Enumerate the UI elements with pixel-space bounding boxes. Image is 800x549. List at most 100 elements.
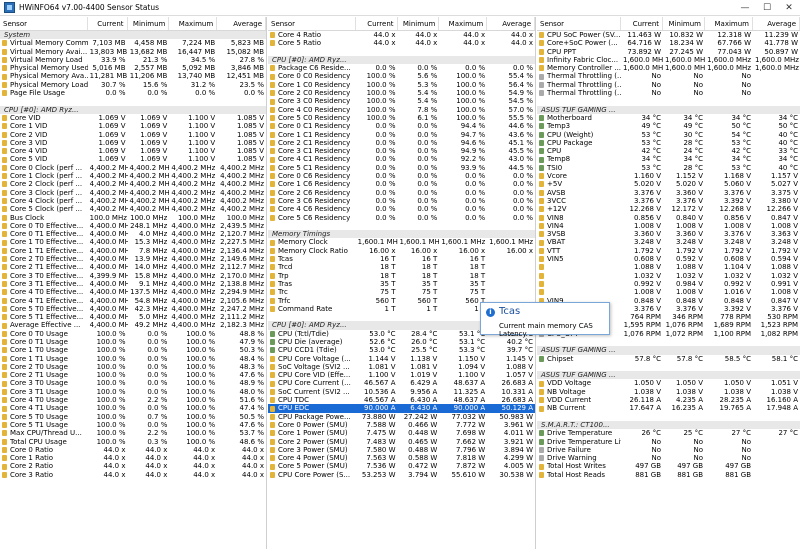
sensor-row[interactable]: Core 0 C1 Residency 0.0 % 0.0 % 94.4 % 44.6 … [268,122,535,130]
column-header-sensor[interactable]: Sensor [0,17,88,30]
minimize-button[interactable]: — [734,0,756,16]
sensor-row[interactable]: Core 2 T0 Effective...4,400.0 MHz13.9 MH… [0,255,266,263]
sensor-group-header[interactable]: CPU [#0]: AMD Ryz... [268,55,535,65]
sensor-row[interactable]: Core 0 T1 Usage 100.0 % 0.0 % 100.0 % 47.9 % [0,338,266,346]
sensor-row[interactable]: Core 0 T0 Effective... 4,400.0 MHz248.1 M… [0,222,266,230]
sensor-row[interactable]: Core 1 T0 Usage 100.0 % 0.0 % 100.0 % 50.3 % [0,346,266,354]
sensor-row[interactable]: Physical Memory Ava... 11,281 MB 11,206 MB… [0,72,266,80]
sensor-row[interactable]: Trp 18 T 18 T 18 T [268,272,535,280]
sensor-row[interactable]: NB Current 17.647 A 16.235 A 19.765 A 17.948… [537,404,800,412]
sensor-row[interactable]: Core 5 C1 Residency 0.0 % 0.0 % 93.9 % 44.5 … [268,164,535,172]
sensor-panel-left[interactable]: Sensor Current Minimum Maximum Average System… [0,17,267,549]
sensor-row[interactable]: VDD Voltage 1.050 V 1.050 V 1.050 V 1.051 V [537,379,800,387]
sensor-group-header[interactable]: ASUS TUF GAMING ... [537,371,800,380]
sensor-row[interactable]: Core 5 C6 Residency 0.0 % 0.0 % 0.0 % 0.0 % [268,214,535,222]
sensor-row[interactable]: Thermal Throttling (... No No No [537,81,800,89]
sensor-row[interactable]: Average Effective ...4,400.0 MHz49.2 MHz… [0,321,266,329]
column-header-average[interactable]: Average [753,17,800,30]
sensor-row[interactable]: CPU CCD1 (Tdie) 53.0 °C 25.5 °C 53.3 °C 39.7… [268,346,535,354]
sensor-row[interactable]: Max CPU/Thread U... 100.0 % 2.2 % 100.0 % 53… [0,429,266,437]
sensor-row[interactable]: Core 5 Clock (perf ...4,400.2 MHz4,400.2… [0,205,266,213]
sensor-row[interactable]: Core 3 Ratio 44.0 x 44.0 x 44.0 x 44.0 x [0,471,266,479]
sensor-row[interactable]: +12V 12.268 V 12.172 V 12.268 V 12.266 V [537,205,800,213]
sensor-row[interactable]: Core 2 Clock (perf ...4,400.2 MHz4,400.2… [0,180,266,188]
sensor-row[interactable]: VIN4 1.008 V 1.008 V 1.008 V 1.008 V [537,222,800,230]
sensor-row[interactable]: Core 0 Ratio 44.0 x 44.0 x 44.0 x 44.0 x [0,446,266,454]
sensor-panel-right[interactable]: Sensor Current Minimum Maximum Average CPU So… [537,17,800,549]
column-header-minimum[interactable]: Minimum [398,17,440,30]
sensor-row[interactable]: Virtual Memory Avai... 13,803 MB 13,682 MB… [0,48,266,56]
sensor-row[interactable]: Bus Clock 100.0 MHz 100.0 MHz 100.0 MHz 100.… [0,214,266,222]
sensor-row[interactable]: Page File Usage 0.0 % 0.0 % 0.0 % 0.0 % [0,89,266,97]
sensor-row[interactable]: SoC Voltage (SVI2 ... 1.081 V 1.081 V 1.094… [268,363,535,371]
sensor-row[interactable]: Core 2 Ratio 44.0 x 44.0 x 44.0 x 44.0 x [0,462,266,470]
sensor-row[interactable]: Core 1 T1 Effective...4,400.0 MHz7.8 MHz… [0,247,266,255]
sensor-row[interactable]: Core 3 C6 Residency 0.0 % 0.0 % 0.0 % 0.0 % [268,197,535,205]
sensor-row[interactable]: Core+SoC Power (... 64.716 W 18.234 W 67.76… [537,39,800,47]
sensor-row[interactable]: 3VSB 3.360 V 3.360 V 3.376 V 3.363 V [537,230,800,238]
sensor-row[interactable]: Core 2 VID 1.069 V 1.069 V 1.100 V 1.085 V [0,131,266,139]
sensor-row[interactable]: Core 2 T0 Usage 100.0 % 0.0 % 100.0 % 48.3 % [0,363,266,371]
sensor-row[interactable]: Core 3 VID 1.069 V 1.069 V 1.100 V 1.085 V [0,139,266,147]
column-header-minimum[interactable]: Minimum [128,17,170,30]
sensor-row[interactable]: Trcd 18 T 18 T 18 T [268,263,535,271]
column-header-maximum[interactable]: Maximum [169,17,218,30]
sensor-row[interactable]: Core 4 T1 Effective...4,400.0 MHz54.8 MH… [0,297,266,305]
sensor-row[interactable]: VDD Current 26.118 A 4.235 A 28.235 A 16.160… [537,396,800,404]
sensor-row[interactable]: Drive Temperature Life... No No No [537,438,800,446]
sensor-row[interactable]: Core 1 C6 Residency 0.0 % 0.0 % 0.0 % 0.0 % [268,180,535,188]
sensor-row[interactable]: Core 4 T0 Effective... 4,400.0 MHz137.5 M… [0,288,266,296]
sensor-row[interactable]: CPU SoC Power (SV... 11.463 W 10.832 W 12.3… [537,31,800,39]
sensor-row[interactable]: Core 3 C0 Residency 100.0 % 5.4 % 100.0 % 54… [268,97,535,105]
sensor-row[interactable]: 1.008 V 1.008 V 1.016 V 1.008 V [537,288,800,296]
column-header-minimum[interactable]: Minimum [663,17,705,30]
column-header-maximum[interactable]: Maximum [705,17,753,30]
sensor-row[interactable]: Core 0 T0 Usage 100.0 % 0.0 % 100.0 % 48.8 % [0,330,266,338]
sensor-row[interactable]: Drive Warning No No No [537,454,800,462]
sensor-row[interactable]: CPU Core Current (... 46.567 A 6.429 A 48.6… [268,379,535,387]
sensor-row[interactable]: Core 4 Ratio 44.0 x 44.0 x 44.0 x 44.0 x [268,31,535,39]
sensor-row[interactable]: Core 2 C6 Residency 0.0 % 0.0 % 0.0 % 0.0 % [268,189,535,197]
sensor-row[interactable]: Core VID 1.069 V 1.069 V 1.100 V 1.085 V [0,114,266,122]
sensor-row[interactable]: CPU Package 53 °C 28 °C 53 °C 40 °C [537,139,800,147]
sensor-row[interactable]: CPU Core Voltage (... 1.144 V 1.138 V 1.150… [268,355,535,363]
sensor-row[interactable]: Total Host Writes 497 GB 497 GB 497 GB [537,462,800,470]
sensor-row[interactable]: CPU PPT 73.892 W 27.245 W 77.043 W 50.897 W [537,48,800,56]
sensor-row[interactable]: Core 0 Power (SMU) 7.588 W 0.466 W 7.772 W 3… [268,421,535,429]
sensor-row[interactable]: Core 1 Clock (perf ...4,400.2 MHz4,400.2… [0,172,266,180]
sensor-panel-middle[interactable]: Sensor Current Minimum Maximum Average Core 4… [268,17,536,549]
sensor-row[interactable]: Core 2 C0 Residency 100.0 % 5.4 % 100.0 % 54… [268,89,535,97]
sensor-group-header[interactable]: Memory Timings [268,230,535,239]
sensor-row[interactable]: Memory Clock 1,600.1 MHz 1,600.1 MHz 1,600.… [268,238,535,246]
sensor-row[interactable]: Core 1 C0 Residency 100.0 % 5.3 % 100.0 % 56… [268,81,535,89]
sensor-group-header[interactable]: CPU [#0]: AMD Ryz... [0,105,266,114]
column-header-sensor[interactable]: Sensor [268,17,356,30]
sensor-group-header[interactable]: S.M.A.R.T.: CT100... [537,420,800,430]
sensor-row[interactable]: Core 5 T1 Usage 100.0 % 0.0 % 100.0 % 47.6 % [0,421,266,429]
sensor-row[interactable]: Core 1 Ratio 44.0 x 44.0 x 44.0 x 44.0 x [0,454,266,462]
sensor-row[interactable]: Core 2 Power (SMU) 7.483 W 0.465 W 7.662 W 3… [268,438,535,446]
sensor-row[interactable]: Total Host Reads 881 GB 881 GB 881 GB [537,471,800,479]
sensor-row[interactable]: CPU Package Powe... 73.880 W 27.242 W 77.03… [268,413,535,421]
sensor-row[interactable]: Temp8 34 °C 34 °C 34 °C 34 °C [537,155,800,163]
sensor-row[interactable]: Motherboard 34 °C 34 °C 34 °C 34 °C [537,114,800,122]
sensor-row[interactable]: Core 1 C1 Residency 0.0 % 0.0 % 94.7 % 43.6 … [268,131,535,139]
sensor-row[interactable]: Core 4 Power (SMU) 7.563 W 0.588 W 7.818 W 4… [268,454,535,462]
sensor-row[interactable]: Core 1 T0 Effective...4,400.0 MHz15.3 MH… [0,238,266,246]
sensor-row[interactable]: Core 1 VID 1.069 V 1.069 V 1.100 V 1.085 V [0,122,266,130]
sensor-row[interactable]: Memory Clock Ratio 16.00 x 16.00 x 16.00 x 1… [268,247,535,255]
sensor-row[interactable]: Core 2 C1 Residency 0.0 % 0.0 % 94.6 % 45.1 … [268,139,535,147]
sensor-row[interactable]: CPU Core VID (Effe... 1.100 V 1.019 V 1.100… [268,371,535,379]
sensor-row[interactable]: Core 1 T1 Usage 100.0 % 0.0 % 100.0 % 48.4 % [0,355,266,363]
sensor-row[interactable]: Core 3 C1 Residency 0.0 % 0.0 % 94.9 % 45.5 … [268,147,535,155]
sensor-row[interactable]: Core 0 T1 Effective...4,400.0 MHz4.0 MHz… [0,230,266,238]
sensor-row[interactable]: Core 3 Power (SMU) 7.580 W 0.488 W 7.796 W 3… [268,446,535,454]
sensor-row[interactable]: CPU TDC 46.567 A 6.430 A 48.637 A 26.683 A [268,396,535,404]
sensor-row[interactable]: Infinity Fabric Cloc... 1,600.0 MHz 1,600.… [537,56,800,64]
column-header-current[interactable]: Current [621,17,663,30]
sensor-row[interactable]: Core 5 T1 Effective...4,400.0 MHz5.0 MHz… [0,313,266,321]
sensor-row[interactable]: CPU EDC 90.000 A 6.430 A 90.000 A 50.129 A [268,404,535,413]
sensor-group-header[interactable]: ASUS TUF GAMING ... [537,346,800,355]
sensor-row[interactable]: Core 5 VID 1.069 V 1.069 V 1.100 V 1.085 V [0,155,266,163]
column-header-sensor[interactable]: Sensor [537,17,621,30]
